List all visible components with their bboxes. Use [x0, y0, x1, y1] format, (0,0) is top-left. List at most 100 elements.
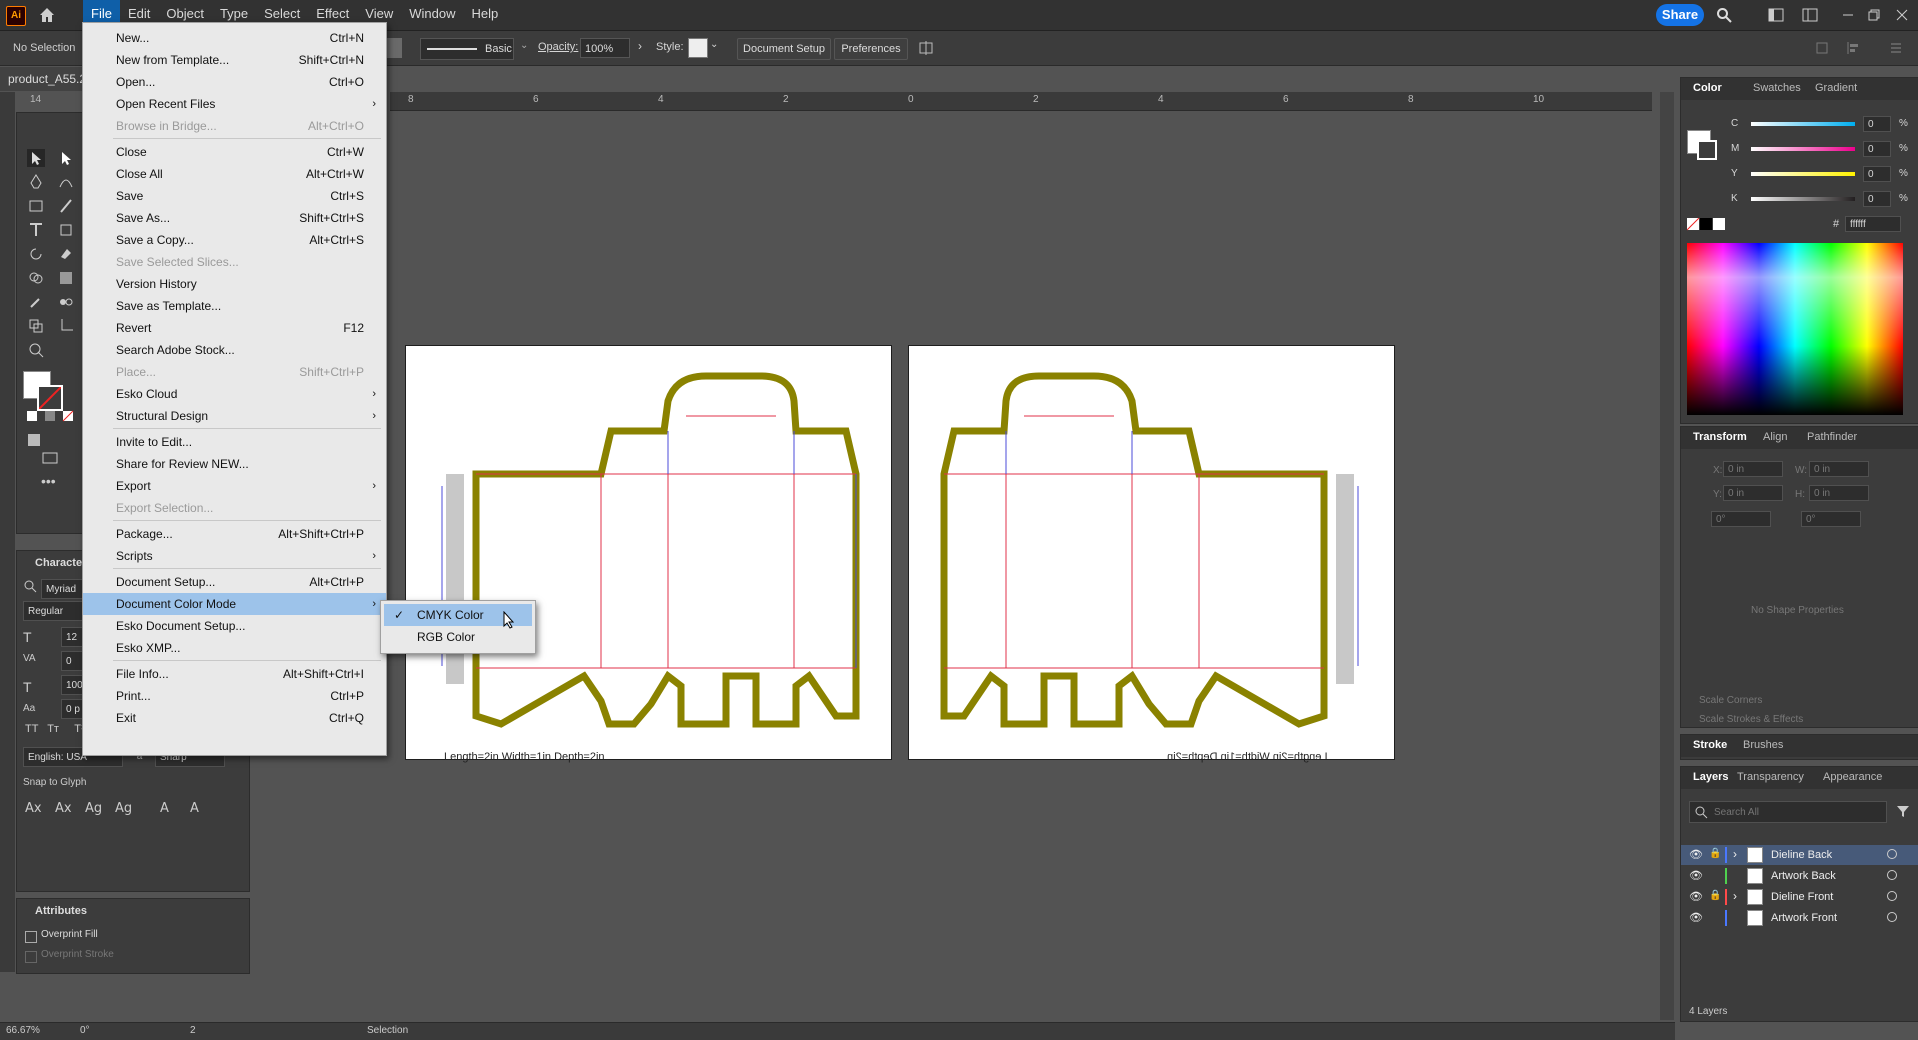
minimize-icon[interactable]: [1840, 7, 1856, 23]
pen-tool-icon[interactable]: [27, 173, 45, 191]
yellow-slider[interactable]: [1751, 172, 1855, 176]
stroke-style-dropdown[interactable]: Basic: [420, 38, 514, 60]
file-menu-item[interactable]: Revert F12: [83, 317, 386, 339]
selection-tool-icon[interactable]: [27, 149, 45, 167]
direct-selection-tool-icon[interactable]: [57, 149, 75, 167]
chevron-right-icon[interactable]: ›: [638, 39, 642, 53]
cyan-slider[interactable]: [1751, 122, 1855, 126]
draw-mode-icon[interactable]: [25, 431, 43, 449]
tab-pathfinder[interactable]: Pathfinder: [1807, 431, 1857, 443]
file-menu-item[interactable]: New from Template... Shift+Ctrl+N: [83, 49, 386, 71]
magenta-field[interactable]: 0: [1863, 141, 1891, 157]
cyan-field[interactable]: 0: [1863, 116, 1891, 132]
color-mode-icons[interactable]: [25, 409, 85, 423]
file-menu-item[interactable]: Share for Review NEW...: [83, 453, 386, 475]
none-black-white-swatches[interactable]: [1687, 218, 1727, 232]
target-icon[interactable]: [1887, 870, 1897, 880]
file-menu-item[interactable]: Search Adobe Stock...: [83, 339, 386, 361]
graphic-style-swatch[interactable]: [688, 38, 708, 58]
paintbrush-tool-icon[interactable]: [57, 197, 75, 215]
tab-transparency[interactable]: Transparency: [1737, 771, 1804, 783]
tab-swatches[interactable]: Swatches: [1753, 82, 1801, 94]
tab-layers[interactable]: Layers: [1693, 771, 1728, 783]
file-menu-item[interactable]: File Info... Alt+Shift+Ctrl+I: [83, 663, 386, 685]
rotate-tool-icon[interactable]: [27, 245, 45, 263]
file-menu-item[interactable]: New... Ctrl+N: [83, 27, 386, 49]
document-setup-button[interactable]: Document Setup: [737, 38, 831, 60]
share-button[interactable]: Share: [1656, 4, 1704, 26]
eye-icon[interactable]: 👁: [1689, 890, 1703, 903]
file-menu-item[interactable]: Close Ctrl+W: [83, 141, 386, 163]
workspace-icon[interactable]: [1768, 7, 1784, 23]
preferences-button[interactable]: Preferences: [834, 38, 908, 60]
layer-row[interactable]: 👁 Artwork Front: [1681, 908, 1918, 928]
artboard-front[interactable]: Length=2in Width=1in Depth=2in: [405, 345, 892, 763]
overprint-fill-checkbox[interactable]: [25, 931, 37, 943]
layers-search[interactable]: [1689, 801, 1887, 823]
gradient-tool-icon[interactable]: [57, 269, 75, 287]
layer-row[interactable]: 👁 🔒 › Dieline Back: [1681, 845, 1918, 865]
file-menu-item[interactable]: Open... Ctrl+O: [83, 71, 386, 93]
blend-tool-icon[interactable]: [57, 293, 75, 311]
eraser-tool-icon[interactable]: [57, 245, 75, 263]
file-menu-item[interactable]: Scripts ›: [83, 545, 386, 567]
file-menu-item[interactable]: Save as Template...: [83, 295, 386, 317]
yellow-field[interactable]: 0: [1863, 166, 1891, 182]
file-menu-item[interactable]: Structural Design ›: [83, 405, 386, 427]
layer-row[interactable]: 👁 Artwork Back: [1681, 866, 1918, 886]
opacity-label[interactable]: Opacity:: [538, 41, 578, 53]
lock-icon[interactable]: 🔒: [1709, 890, 1721, 901]
lock-icon[interactable]: 🔒: [1709, 848, 1721, 859]
tab-stroke[interactable]: Stroke: [1693, 739, 1727, 751]
black-slider[interactable]: [1751, 197, 1855, 201]
menu-help[interactable]: Help: [463, 0, 506, 30]
file-menu-item[interactable]: Print... Ctrl+P: [83, 685, 386, 707]
snap-glyph-icons[interactable]: Ax Ax Ag Ag A A: [25, 797, 225, 817]
tab-transform[interactable]: Transform: [1693, 431, 1747, 443]
tab-brushes[interactable]: Brushes: [1743, 739, 1783, 751]
file-menu-item[interactable]: Save As... Shift+Ctrl+S: [83, 207, 386, 229]
file-menu-item[interactable]: Save Ctrl+S: [83, 185, 386, 207]
target-icon[interactable]: [1887, 891, 1897, 901]
document-tab[interactable]: product_A55.2: [0, 67, 86, 91]
rectangle-tool-icon[interactable]: [27, 197, 45, 215]
tab-gradient[interactable]: Gradient: [1815, 82, 1857, 94]
black-field[interactable]: 0: [1863, 191, 1891, 207]
artboard-back[interactable]: Length=2in Width=1in Depth=2in: [908, 345, 1395, 763]
arrange-documents-icon[interactable]: [1802, 7, 1818, 23]
search-icon[interactable]: [23, 579, 37, 593]
align-icon[interactable]: [1846, 40, 1862, 56]
rotation-level[interactable]: 0°: [80, 1025, 90, 1036]
file-menu-item[interactable]: Export ›: [83, 475, 386, 497]
target-icon[interactable]: [1887, 849, 1897, 859]
eye-icon[interactable]: 👁: [1689, 869, 1703, 882]
screen-mode-icon[interactable]: [41, 449, 59, 467]
opacity-field[interactable]: 100%: [580, 38, 630, 58]
transform-icon[interactable]: [1814, 40, 1830, 56]
chevron-down-icon[interactable]: ⌄: [710, 39, 718, 50]
close-window-icon[interactable]: [1894, 7, 1910, 23]
file-menu-item[interactable]: Esko Document Setup...: [83, 615, 386, 637]
artboard-tool-icon[interactable]: [57, 221, 75, 239]
chevron-right-icon[interactable]: ›: [1733, 847, 1737, 861]
crop-tool-icon[interactable]: [57, 317, 75, 335]
chevron-right-icon[interactable]: ›: [1733, 889, 1737, 903]
file-menu-item[interactable]: Open Recent Files ›: [83, 93, 386, 115]
zoom-level[interactable]: 66.67%: [6, 1025, 40, 1036]
eyedropper-tool-icon[interactable]: [27, 293, 45, 311]
panel-menu-icon[interactable]: [1888, 40, 1904, 56]
artboard-number[interactable]: 2: [190, 1025, 196, 1036]
tab-color[interactable]: Color: [1693, 82, 1722, 94]
arrange-icon[interactable]: [918, 40, 934, 56]
curvature-tool-icon[interactable]: [57, 173, 75, 191]
menu-window[interactable]: Window: [401, 0, 463, 30]
restore-icon[interactable]: [1866, 7, 1882, 23]
file-menu-item[interactable]: Esko XMP...: [83, 637, 386, 659]
shape-builder-tool-icon[interactable]: [27, 269, 45, 287]
hex-field[interactable]: ffffff: [1845, 216, 1901, 232]
file-menu-item[interactable]: Version History: [83, 273, 386, 295]
file-menu-item[interactable]: Document Color Mode ›: [83, 593, 386, 615]
filter-icon[interactable]: [1895, 803, 1911, 819]
live-paint-tool-icon[interactable]: [27, 317, 45, 335]
stroke-color-swatch[interactable]: [386, 38, 402, 58]
